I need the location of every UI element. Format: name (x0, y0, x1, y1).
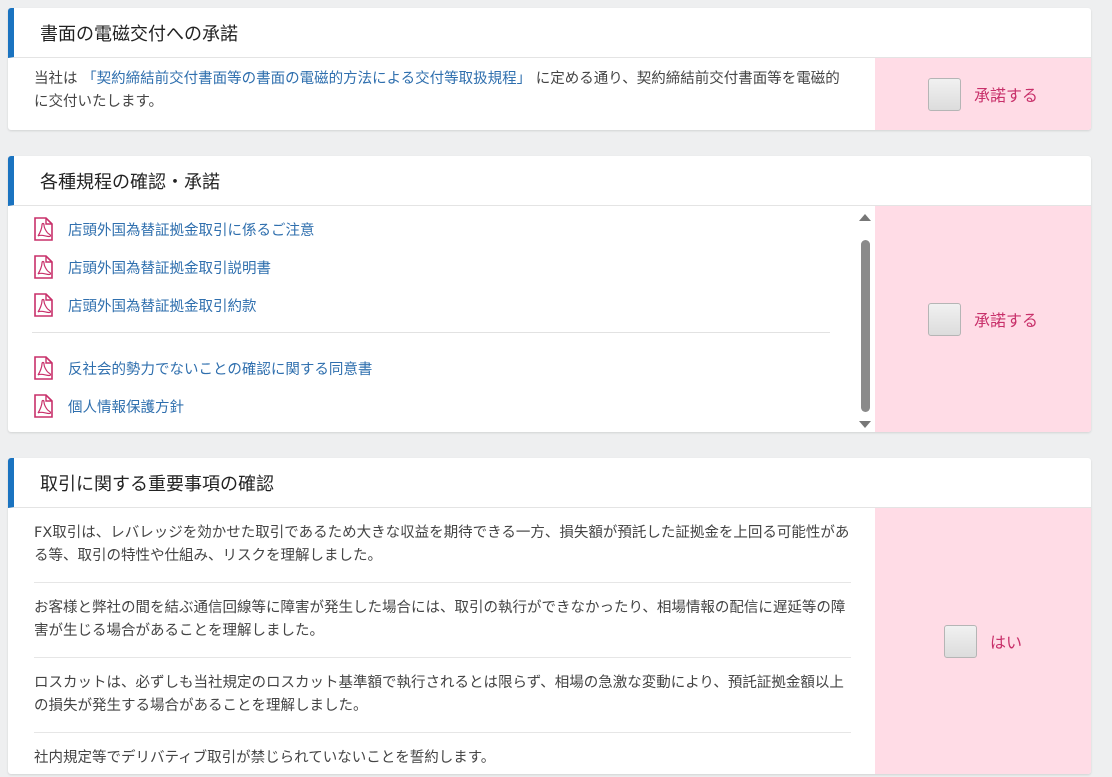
accept-important[interactable]: はい (943, 624, 1022, 658)
scrollbar[interactable] (858, 210, 872, 428)
notice-text: ロスカットは、必ずしも当社規定のロスカット基準額で執行されるとは限らず、相場の急… (34, 675, 844, 714)
card-body: FX取引は、レバレッジを効かせた取引であるため大きな収益を期待できる一方、損失額… (8, 508, 1091, 774)
document-item[interactable]: 反社会的勢力でないことの確認に関する同意書 (32, 349, 875, 387)
notice-item: お客様と弊社の間を結ぶ通信回線等に障害が発生した場合には、取引の執行ができなかっ… (34, 593, 851, 658)
document-link[interactable]: 反社会的勢力でないことの確認に関する同意書 (68, 358, 372, 379)
document-link[interactable]: 店頭外国為替証拠金取引説明書 (68, 257, 271, 278)
document-item[interactable]: 店頭外国為替証拠金取引説明書 (32, 248, 875, 286)
text-prefix: 当社は (34, 71, 78, 87)
notice-text: 社内規定等でデリバティブ取引が禁じられていないことを誓約します。 (34, 750, 496, 766)
pdf-icon (34, 394, 53, 418)
accept-regulations[interactable]: 承諾する (927, 302, 1038, 336)
document-group-1: 店頭外国為替証拠金取引に係るご注意 店頭外国為替証拠金取引説明書 店頭外国為替証… (32, 210, 875, 324)
accept-area: はい (875, 508, 1091, 774)
section-title: 取引に関する重要事項の確認 (8, 458, 1091, 508)
pdf-icon (34, 293, 53, 317)
accept-area: 承諾する (875, 58, 1091, 130)
regulation-link[interactable]: 「契約締結前交付書面等の書面の電磁的方法による交付等取扱規程」 (82, 71, 531, 87)
card-body: 当社は 「契約締結前交付書面等の書面の電磁的方法による交付等取扱規程」 に定める… (8, 58, 1091, 130)
accept-checkbox[interactable] (927, 302, 961, 336)
section-title: 各種規程の確認・承諾 (8, 156, 1091, 206)
document-item[interactable]: 店頭外国為替証拠金取引に係るご注意 (32, 210, 875, 248)
accept-label: 承諾する (973, 311, 1038, 330)
electronic-delivery-card: 書面の電磁交付への承諾 当社は 「契約締結前交付書面等の書面の電磁的方法による交… (8, 8, 1091, 130)
regulations-card: 各種規程の確認・承諾 店頭外国為替証拠金取引に係るご注意 店頭外国為替証拠金取引… (8, 156, 1091, 432)
accept-checkbox[interactable] (943, 624, 977, 658)
document-item[interactable]: 個人情報保護方針 (32, 387, 875, 425)
document-link[interactable]: 個人情報保護方針 (68, 396, 184, 417)
scroll-down-arrow-icon[interactable] (859, 421, 871, 428)
pdf-icon (34, 217, 53, 241)
card-body: 店頭外国為替証拠金取引に係るご注意 店頭外国為替証拠金取引説明書 店頭外国為替証… (8, 206, 1091, 432)
document-link[interactable]: 店頭外国為替証拠金取引に係るご注意 (68, 219, 315, 240)
document-item[interactable]: 店頭外国為替証拠金取引約款 (32, 286, 875, 324)
notice-text: FX取引は、レバレッジを効かせた取引であるため大きな収益を期待できる一方、損失額… (34, 525, 850, 564)
section-title: 書面の電磁交付への承諾 (8, 8, 1091, 58)
document-list-panel[interactable]: 店頭外国為替証拠金取引に係るご注意 店頭外国為替証拠金取引説明書 店頭外国為替証… (8, 206, 875, 432)
notice-text: お客様と弊社の間を結ぶ通信回線等に障害が発生した場合には、取引の執行ができなかっ… (34, 600, 846, 639)
pdf-icon (34, 255, 53, 279)
important-matters-card: 取引に関する重要事項の確認 FX取引は、レバレッジを効かせた取引であるため大きな… (8, 458, 1091, 774)
accept-checkbox[interactable] (927, 77, 961, 111)
pdf-icon (34, 356, 53, 380)
divider (32, 332, 830, 333)
accept-label: 承諾する (973, 86, 1038, 105)
document-list: 店頭外国為替証拠金取引に係るご注意 店頭外国為替証拠金取引説明書 店頭外国為替証… (8, 206, 875, 425)
document-link[interactable]: 店頭外国為替証拠金取引約款 (68, 295, 257, 316)
consent-paragraph: 当社は 「契約締結前交付書面等の書面の電磁的方法による交付等取扱規程」 に定める… (34, 68, 849, 114)
notice-item: 社内規定等でデリバティブ取引が禁じられていないことを誓約します。 (34, 743, 851, 774)
document-group-2: 反社会的勢力でないことの確認に関する同意書 個人情報保護方針 (32, 349, 875, 425)
accept-electronic[interactable]: 承諾する (927, 77, 1038, 111)
accept-area: 承諾する (875, 206, 1091, 432)
scroll-thumb[interactable] (861, 240, 870, 412)
notice-list: FX取引は、レバレッジを効かせた取引であるため大きな収益を期待できる一方、損失額… (8, 508, 875, 774)
accept-label: はい (989, 633, 1022, 652)
consent-text: 当社は 「契約締結前交付書面等の書面の電磁的方法による交付等取扱規程」 に定める… (8, 58, 875, 130)
notice-item: ロスカットは、必ずしも当社規定のロスカット基準額で執行されるとは限らず、相場の急… (34, 668, 851, 733)
notice-item: FX取引は、レバレッジを効かせた取引であるため大きな収益を期待できる一方、損失額… (34, 518, 851, 583)
scroll-up-arrow-icon[interactable] (859, 214, 871, 221)
